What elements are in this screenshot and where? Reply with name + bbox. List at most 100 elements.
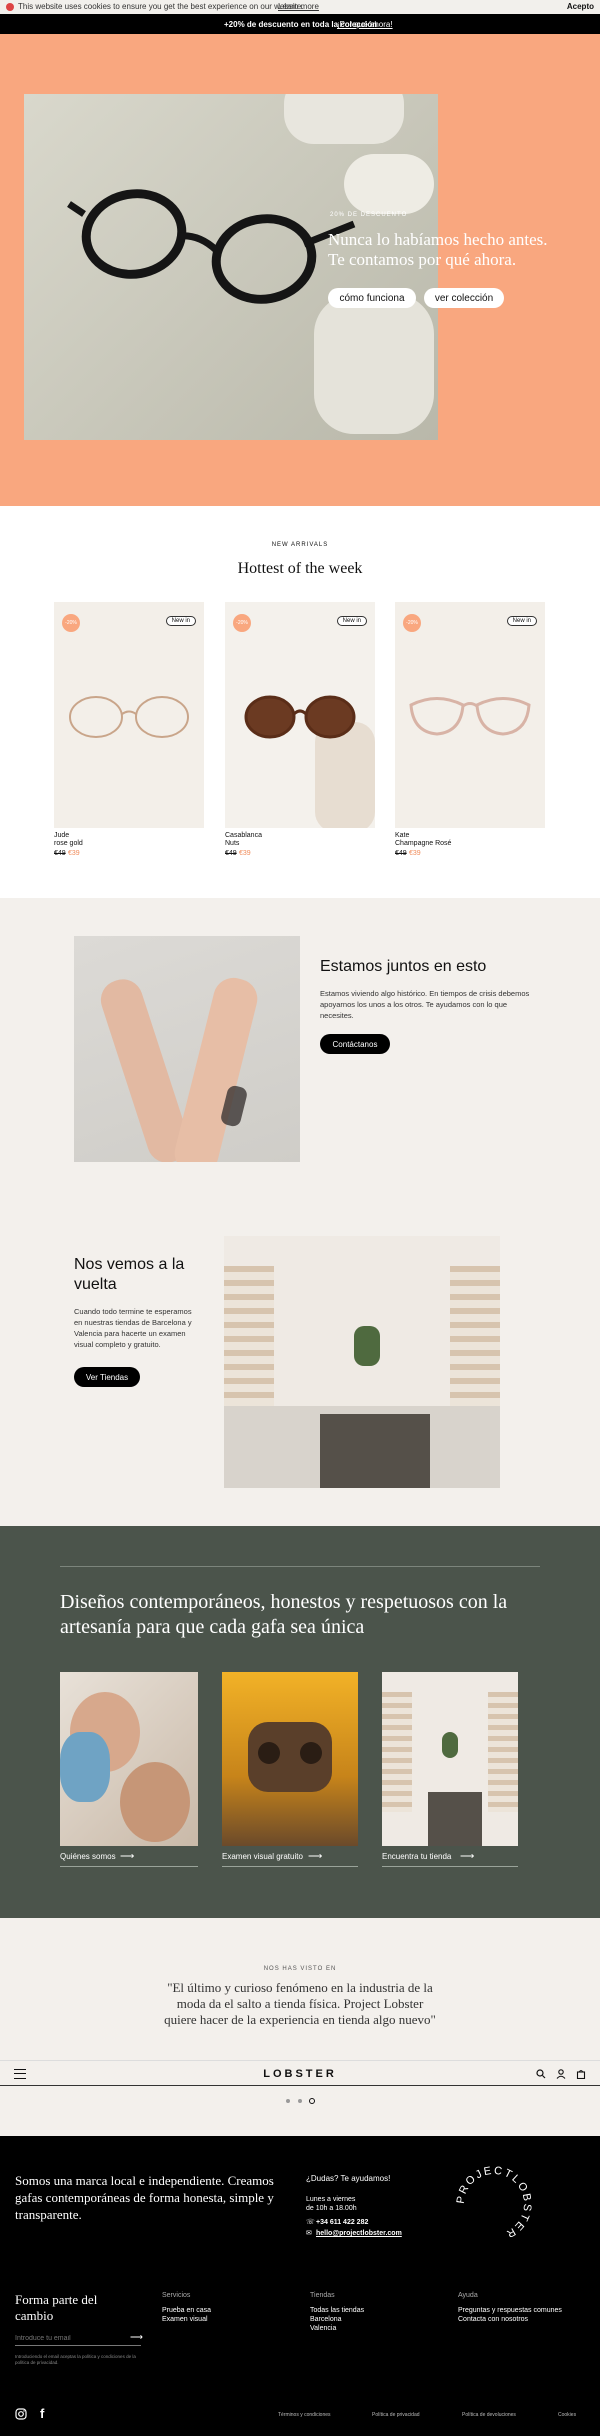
designs-section: Diseños contemporáneos, honestos y respe…: [0, 1526, 600, 1918]
footer-phone[interactable]: +34 611 422 282: [316, 2219, 368, 2226]
footer-col-title: Servicios: [162, 2292, 191, 2299]
footer-bottom-link[interactable]: Política de privacidad: [372, 2412, 420, 2418]
face-shape-2: [120, 1762, 190, 1842]
hands-image: [74, 936, 300, 1162]
carousel-dot[interactable]: [298, 2099, 302, 2103]
store-plant: [354, 1326, 380, 1366]
product-old-price: €49: [395, 850, 407, 857]
info-section: Estamos juntos en esto Estamos viviendo …: [0, 898, 600, 1526]
footer-col-title: Tiendas: [310, 2292, 335, 2299]
glasses-thumbnail: [409, 697, 531, 736]
arrow-right-icon: ⟶: [460, 1851, 475, 1862]
search-icon[interactable]: [536, 2069, 546, 2079]
nav-bar: LOBSTER: [0, 2060, 600, 2086]
hero-how-button[interactable]: cómo funciona: [328, 288, 416, 308]
instagram-icon[interactable]: [15, 2408, 27, 2420]
design-card-underline: [222, 1866, 358, 1867]
account-icon[interactable]: [556, 2069, 566, 2079]
product-card[interactable]: -20% New in Casablanca Nuts €49 €39: [225, 602, 375, 857]
arrivals-section: NEW ARRIVALS Hottest of the week -20% Ne…: [0, 506, 600, 898]
hero-eyebrow: 20% DE DESCUENTO: [330, 212, 408, 218]
cookie-accept-button[interactable]: Acepto: [567, 2, 594, 11]
footer-link[interactable]: Examen visual: [162, 2316, 211, 2323]
new-in-tag: New in: [336, 616, 367, 626]
footer-change-title: Forma parte del cambio: [15, 2292, 98, 2323]
newsletter-email-input[interactable]: [15, 2332, 141, 2346]
cookie-learn-more-link[interactable]: Learn more: [278, 2, 319, 11]
footer-link[interactable]: Valencia: [310, 2325, 364, 2332]
store-plant: [442, 1732, 458, 1758]
carousel-dot[interactable]: [286, 2099, 290, 2103]
arrow-right-icon: ⟶: [120, 1851, 135, 1862]
footer-link[interactable]: Preguntas y respuestas comunes: [458, 2307, 562, 2314]
promo-link[interactable]: ¡Por qué ahora!: [337, 20, 393, 29]
footer-intro: Somos una marca local e independiente. C…: [15, 2173, 274, 2222]
new-in-tag: New in: [165, 616, 196, 626]
nav-logo[interactable]: LOBSTER: [0, 2068, 600, 2080]
cookie-bar: This website uses cookies to ensure you …: [0, 0, 600, 14]
design-card[interactable]: Quiénes somos ⟶: [60, 1672, 198, 1872]
stores-button[interactable]: Ver Tiendas: [74, 1367, 140, 1387]
product-name: Casablanca: [225, 832, 262, 839]
circular-badge-logo: PROJECTLOBSTER: [455, 2165, 534, 2241]
product-image: [54, 602, 204, 828]
product-card[interactable]: -20% New in Kate Champagne Rosé €49 €39: [395, 602, 545, 857]
hero-shape-3: [314, 294, 434, 434]
design-card[interactable]: Encuentra tu tienda ⟶: [382, 1672, 518, 1872]
product-image: [395, 602, 545, 828]
design-card[interactable]: Examen visual gratuito ⟶: [222, 1672, 358, 1872]
design-card-label: Examen visual gratuito: [222, 1852, 303, 1861]
footer: Somos una marca local e independiente. C…: [0, 2136, 600, 2436]
newsletter-submit-arrow-icon[interactable]: ⟶: [130, 2332, 143, 2343]
design-card-label: Quiénes somos: [60, 1852, 116, 1861]
footer-link[interactable]: Prueba en casa: [162, 2307, 211, 2314]
product-card[interactable]: -20% New in Jude rose gold €49 €39: [54, 602, 204, 857]
glasses-thumbnail: [244, 695, 356, 739]
contact-button[interactable]: Contáctanos: [320, 1034, 390, 1054]
facebook-icon[interactable]: f: [40, 2406, 44, 2421]
footer-email[interactable]: hello@projectlobster.com: [316, 2230, 402, 2237]
hero-title-line2: Te contamos por qué ahora.: [328, 250, 517, 269]
lens-right: [300, 1742, 322, 1764]
product-price: €39: [68, 850, 80, 857]
hero-section: 20% DE DESCUENTO Nunca lo habíamos hecho…: [0, 34, 600, 506]
design-card-image: [382, 1672, 518, 1846]
footer-bottom-link[interactable]: Cookies: [558, 2412, 576, 2418]
footer-bottom-link[interactable]: Términos y condiciones: [278, 2412, 331, 2418]
hero-shape-1: [284, 94, 404, 144]
carousel-dot-active[interactable]: [309, 2098, 315, 2104]
footer-link[interactable]: Barcelona: [310, 2316, 364, 2323]
product-variant: Nuts: [225, 840, 240, 847]
discount-badge: -20%: [233, 614, 251, 632]
glasses-thumbnail: [69, 696, 189, 738]
footer-link[interactable]: Todas las tiendas: [310, 2307, 364, 2314]
footer-help-title: ¿Dudas? Te ayudamos!: [306, 2174, 391, 2183]
info-icon: [6, 3, 14, 11]
svg-text:PROJECTLOBSTER: PROJECTLOBSTER: [455, 2165, 534, 2241]
press-quote: "El último y curioso fenómeno en la indu…: [164, 1980, 436, 2027]
press-section: NOS HAS VISTO EN "El último y curioso fe…: [0, 1918, 600, 2136]
design-card-underline: [382, 1866, 518, 1867]
product-name: Kate: [395, 832, 410, 839]
together-body: Estamos viviendo algo histórico. En tiem…: [320, 989, 530, 1020]
footer-bottom-link[interactable]: Política de devoluciones: [462, 2412, 516, 2418]
store-counter: [428, 1792, 482, 1846]
product-variant: Champagne Rosé: [395, 840, 452, 847]
cart-icon[interactable]: [576, 2069, 586, 2079]
promo-bar: +20% de descuento en toda la colección ¡…: [0, 14, 600, 34]
phone-icon: ☏: [306, 2219, 315, 2226]
hero-collection-button[interactable]: ver colección: [424, 288, 504, 308]
discount-badge: -20%: [62, 614, 80, 632]
hair-shape: [60, 1732, 110, 1802]
product-price: €39: [239, 850, 251, 857]
footer-link[interactable]: Contacta con nosotros: [458, 2316, 562, 2323]
footer-col-tiendas: Tiendas Todas las tiendas Barcelona Vale…: [310, 2292, 364, 2332]
hero-title-line1: Nunca lo habíamos hecho antes.: [328, 230, 548, 249]
lens-left: [258, 1742, 280, 1764]
design-card-image: [222, 1672, 358, 1846]
product-price: €39: [409, 850, 421, 857]
together-title: Estamos juntos en esto: [320, 958, 487, 975]
footer-legal-note: Introduciendo el email aceptas la políti…: [15, 2354, 136, 2365]
store-shelves: [382, 1692, 412, 1812]
footer-hours-2: de 10h a 18.00h: [306, 2205, 357, 2212]
